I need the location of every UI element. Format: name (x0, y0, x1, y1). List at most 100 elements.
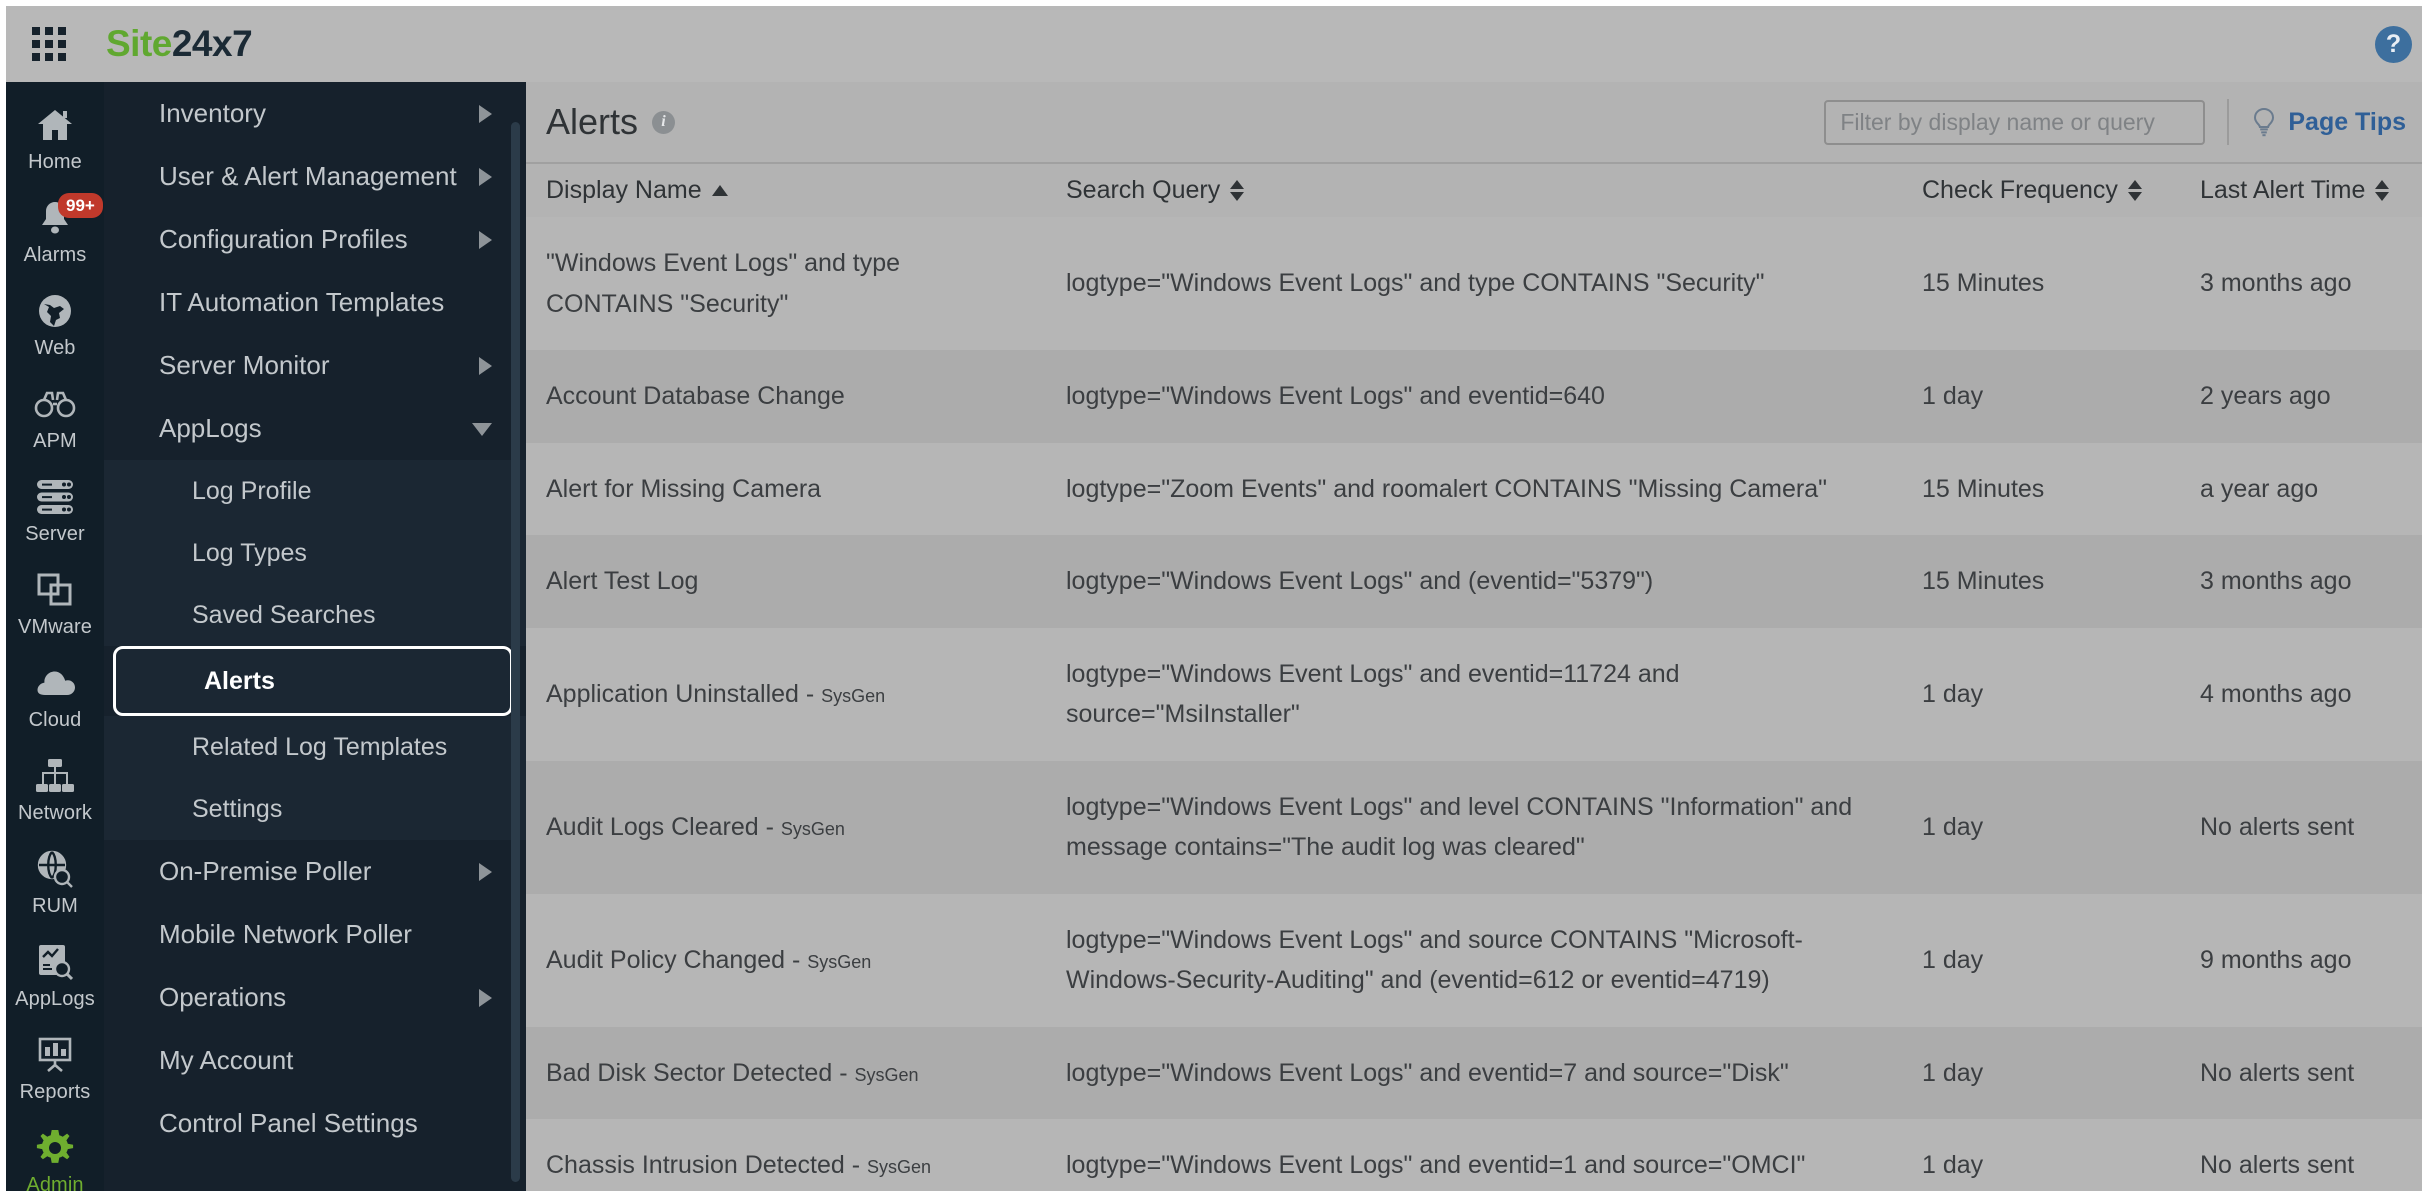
rail-item-home[interactable]: Home (6, 92, 104, 185)
display-name-text: Audit Policy Changed (546, 945, 786, 974)
cell-last-alert-time: 9 months ago (2200, 945, 2352, 974)
table-header-row: Display Name Search Query Check Frequency L… (526, 164, 2422, 217)
info-icon[interactable]: i (652, 110, 676, 134)
cell-display-name: Audit Logs Cleared - SysGen (546, 812, 845, 841)
cell-display-name: Bad Disk Sector Detected - SysGen (546, 1058, 919, 1087)
column-header-label: Check Frequency (1922, 176, 2118, 204)
globe-search-icon (36, 848, 74, 890)
menu-item-operations[interactable]: Operations (104, 966, 526, 1029)
table-row[interactable]: Bad Disk Sector Detected - SysGen logtype… (526, 1026, 2422, 1119)
cell-last-alert-time: No alerts sent (2200, 1151, 2355, 1179)
table-row[interactable]: Application Uninstalled - SysGen logtype=… (526, 627, 2422, 761)
menu-item-saved-searches[interactable]: Saved Searches (104, 584, 526, 646)
display-name-text: "Windows Event Logs" and type CONTAINS "… (546, 249, 901, 318)
menu-item-label: Control Panel Settings (159, 1108, 418, 1138)
rail-item-label: Web (34, 336, 76, 359)
column-header-search-query[interactable]: Search Query (1046, 164, 1902, 217)
cell-display-name: Chassis Intrusion Detected - SysGen (546, 1151, 932, 1179)
gear-icon (36, 1127, 74, 1169)
rail-item-alarms[interactable]: 99+ Alarms (6, 185, 104, 278)
rail-item-label: VMware (18, 615, 92, 638)
column-header-check-frequency[interactable]: Check Frequency (1902, 164, 2180, 217)
rail-item-web[interactable]: Web (6, 278, 104, 371)
menu-item-label: Log Profile (192, 476, 312, 505)
menu-item-alerts[interactable]: Alerts (113, 646, 513, 716)
rail-item-apm[interactable]: APM (6, 371, 104, 464)
menu-item-log-types[interactable]: Log Types (104, 522, 526, 584)
network-icon (35, 755, 75, 797)
rail-item-applogs[interactable]: AppLogs (6, 929, 104, 1022)
menu-item-my-account[interactable]: My Account (104, 1029, 526, 1092)
cell-check-frequency: 15 Minutes (1922, 567, 2045, 595)
menu-item-user-alert-management[interactable]: User & Alert Management (104, 145, 526, 208)
sysgen-tag: SysGen (854, 1064, 919, 1085)
reports-icon (36, 1034, 74, 1076)
sort-ascending-icon (711, 185, 728, 196)
cell-last-alert-time: 2 years ago (2200, 382, 2331, 410)
help-icon[interactable]: ? (2375, 26, 2412, 63)
menu-item-it-automation-templates[interactable]: IT Automation Templates (104, 271, 526, 334)
display-name-text: Alert for Missing Camera (546, 474, 822, 503)
column-header-last-alert-time[interactable]: Last Alert Time (2180, 164, 2422, 217)
menu-item-label: Log Types (192, 538, 307, 567)
menu-item-configuration-profiles[interactable]: Configuration Profiles (104, 208, 526, 271)
menu-item-related-log-templates[interactable]: Related Log Templates (104, 716, 526, 778)
page-title: Alerts (546, 101, 639, 142)
table-row[interactable]: Alert Test Log logtype="Windows Event Log… (526, 535, 2422, 628)
menu-item-server-monitor[interactable]: Server Monitor (104, 334, 526, 397)
rail-item-vmware[interactable]: VMware (6, 557, 104, 650)
rail-item-server[interactable]: Server (6, 464, 104, 557)
menu-scrollbar[interactable] (511, 122, 520, 1182)
alarms-badge: 99+ (58, 193, 103, 219)
table-row[interactable]: "Windows Event Logs" and type CONTAINS "… (526, 217, 2422, 350)
log-search-icon (37, 941, 73, 983)
cell-check-frequency: 15 Minutes (1922, 269, 2045, 298)
menu-item-inventory[interactable]: Inventory (104, 82, 526, 145)
display-name-text: Bad Disk Sector Detected (546, 1058, 833, 1087)
menu-item-control-panel-settings[interactable]: Control Panel Settings (104, 1092, 526, 1155)
logo-text-site: Site (106, 23, 172, 64)
menu-item-settings[interactable]: Settings (104, 778, 526, 840)
cloud-icon (34, 662, 76, 704)
column-header-label: Search Query (1066, 176, 1221, 204)
menu-item-log-profile[interactable]: Log Profile (104, 460, 526, 522)
menu-item-mobile-network-poller[interactable]: Mobile Network Poller (104, 903, 526, 966)
chevron-right-icon (479, 988, 492, 1007)
page-tips-button[interactable]: Page Tips (2251, 107, 2418, 137)
cell-search-query: logtype="Windows Event Logs" and eventid… (1066, 382, 1605, 410)
menu-item-label: IT Automation Templates (159, 287, 445, 317)
cell-display-name: Audit Policy Changed - SysGen (546, 945, 872, 974)
menu-item-on-premise-poller[interactable]: On-Premise Poller (104, 840, 526, 903)
table-row[interactable]: Audit Policy Changed - SysGen logtype="Wi… (526, 893, 2422, 1027)
cell-last-alert-time: 3 months ago (2200, 567, 2352, 595)
filter-input[interactable] (1824, 99, 2206, 145)
cell-search-query: logtype="Windows Event Logs" and eventid… (1066, 659, 1680, 729)
rail-item-network[interactable]: Network (6, 743, 104, 836)
column-header-display-name[interactable]: Display Name (526, 164, 1046, 217)
table-row[interactable]: Alert for Missing Camera logtype="Zoom Ev… (526, 442, 2422, 535)
site24x7-logo[interactable]: Site24x7 (106, 23, 253, 65)
layers-icon (36, 569, 74, 611)
display-name-text: Account Database Change (546, 382, 845, 410)
table-row[interactable]: Audit Logs Cleared - SysGen logtype="Wind… (526, 760, 2422, 894)
rail-item-label: RUM (32, 894, 78, 917)
table-row[interactable]: Account Database Change logtype="Windows … (526, 350, 2422, 443)
rail-item-reports[interactable]: Reports (6, 1022, 104, 1115)
menu-item-label: Alerts (204, 666, 275, 695)
rail-item-admin[interactable]: Admin (6, 1115, 104, 1191)
rail-item-cloud[interactable]: Cloud (6, 650, 104, 743)
cell-last-alert-time: 4 months ago (2200, 679, 2352, 708)
rail-item-rum[interactable]: RUM (6, 836, 104, 929)
cell-display-name: Account Database Change (526, 350, 1046, 443)
apps-grid-icon[interactable] (32, 27, 66, 61)
primary-icon-rail: Home 99+ Alarms Web APM Server VMware Cloud Netw… (6, 82, 104, 1191)
sysgen-tag: SysGen (807, 951, 872, 972)
menu-item-applogs[interactable]: AppLogs (104, 397, 526, 460)
cell-last-alert-time: a year ago (2200, 474, 2319, 503)
alerts-table: Display Name Search Query Check Frequency L… (526, 164, 2422, 1191)
cell-check-frequency: 1 day (1922, 382, 1984, 410)
menu-item-label: My Account (159, 1045, 294, 1075)
cell-search-query: logtype="Windows Event Logs" and level C… (1066, 792, 1853, 862)
table-row[interactable]: Chassis Intrusion Detected - SysGen logty… (526, 1119, 2422, 1191)
globe-icon (37, 290, 73, 332)
